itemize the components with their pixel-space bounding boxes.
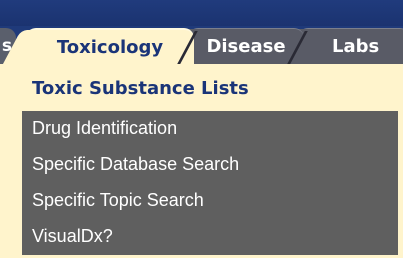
dropdown-menu-panel: Toxic Substance Lists Drug Identificatio… — [0, 64, 403, 258]
tab-disease[interactable]: Disease — [188, 28, 304, 64]
toxicology-menu-page: s Toxicology Disease Labs Toxic Substanc… — [0, 0, 403, 258]
menu-item-drug-identification[interactable]: Drug Identification — [22, 111, 398, 147]
tab-bar-background — [0, 0, 403, 26]
menu-heading-toxic-substance-lists[interactable]: Toxic Substance Lists — [32, 78, 249, 99]
menu-item-visualdx[interactable]: VisualDx? — [22, 219, 398, 255]
menu-item-specific-database-search[interactable]: Specific Database Search — [22, 147, 398, 183]
tab-labs-label: Labs — [332, 36, 380, 57]
tab-disease-label: Disease — [206, 36, 286, 57]
menu-item-specific-topic-search[interactable]: Specific Topic Search — [22, 183, 398, 219]
tab-toxicology-label: Toxicology — [56, 37, 164, 58]
tab-toxicology[interactable]: Toxicology — [26, 28, 194, 64]
menu-list: Drug Identification Specific Database Se… — [22, 111, 398, 255]
tab-labs[interactable]: Labs — [298, 28, 403, 64]
tab-bar: s Toxicology Disease Labs — [0, 0, 403, 64]
